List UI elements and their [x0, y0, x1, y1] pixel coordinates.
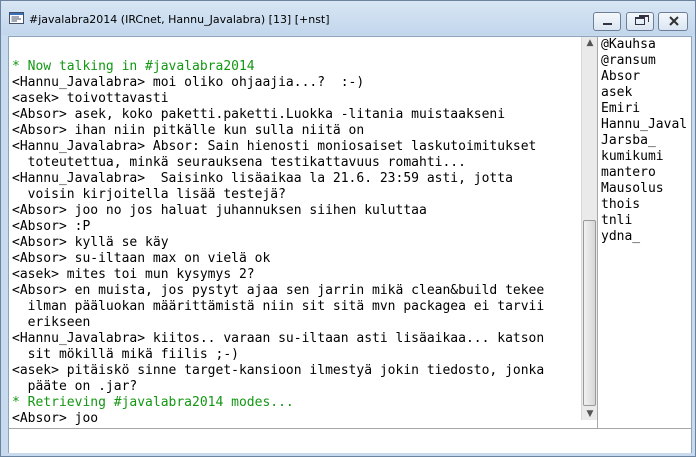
- nick-list-item[interactable]: Hannu_Javal: [601, 117, 687, 133]
- chat-message: <Hannu_Javalabra> moi oliko ohjaajia...?…: [12, 75, 365, 90]
- message-input[interactable]: [12, 432, 682, 449]
- system-message: * Now talking in #javalabra2014: [12, 59, 255, 74]
- chat-log[interactable]: * Now talking in #javalabra2014 <Hannu_Ja…: [9, 37, 581, 428]
- chat-message: <Hannu_Javalabra> Saisinko lisäaikaa la …: [12, 171, 513, 186]
- chat-message-list: * Now talking in #javalabra2014 <Hannu_Ja…: [12, 59, 544, 427]
- chat-message: <Absor> en muista, jos pystyt ajaa sen j…: [12, 283, 545, 298]
- nick-list-item[interactable]: @ransum: [601, 53, 687, 69]
- nick-list-item[interactable]: thois: [601, 197, 687, 213]
- irc-channel-window: #javalabra2014 (IRCnet, Hannu_Javalabra)…: [0, 0, 696, 457]
- scrollbar-thumb[interactable]: [583, 220, 596, 406]
- nick-list-panel: @Kauhsa @ransum Absor asek Emiri Hannu_Javal J…: [597, 37, 692, 428]
- chat-message: <asek> toivottavasti: [12, 91, 169, 106]
- chat-message: erikseen: [12, 315, 91, 330]
- chat-message: toteutettua, minkä seurauksena testikatt…: [12, 155, 466, 170]
- chat-scrollbar[interactable]: ▲ ▼: [581, 37, 598, 420]
- nick-list-item[interactable]: Emiri: [601, 101, 687, 117]
- close-icon: [669, 16, 679, 26]
- chat-message: pääte on .jar?: [12, 379, 138, 394]
- title-bar[interactable]: #javalabra2014 (IRCnet, Hannu_Javalabra)…: [1, 1, 695, 35]
- system-message: * Retrieving #javalabra2014 modes...: [12, 395, 294, 410]
- chat-message: <Absor> ihan niin pitkälle kun sulla nii…: [12, 123, 365, 138]
- chat-message: <Absor> joo: [12, 411, 99, 426]
- nick-list-item[interactable]: ydna_: [601, 229, 687, 245]
- chat-message: <asek> mites toi mun kysymys 2?: [12, 267, 255, 282]
- minimize-button[interactable]: [593, 12, 621, 31]
- maximize-button[interactable]: [626, 12, 654, 31]
- window-title: #javalabra2014 (IRCnet, Hannu_Javalabra)…: [29, 13, 330, 26]
- chat-message: <Absor> asek, koko paketti.paketti.Luokk…: [12, 107, 506, 122]
- scroll-up-arrow-icon[interactable]: ▲: [584, 37, 596, 49]
- channel-window-icon: [9, 12, 24, 24]
- nick-list-item[interactable]: mantero: [601, 165, 687, 181]
- minimize-icon: [603, 23, 612, 25]
- chat-message: <Hannu_Javalabra> kiitos.. varaan su-ilt…: [12, 331, 545, 346]
- chat-message: <Absor> kyllä se käy: [12, 235, 169, 250]
- nick-list-item[interactable]: tnli: [601, 213, 687, 229]
- nick-list-item[interactable]: Jarsba_: [601, 133, 687, 149]
- chat-message: <Absor> joo no jos haluat juhannuksen si…: [12, 203, 427, 218]
- chat-message: <Hannu_Javalabra> Absor: Sain hienosti m…: [12, 139, 537, 154]
- nick-list: @Kauhsa @ransum Absor asek Emiri Hannu_Javal J…: [601, 37, 687, 245]
- chat-message: ilman pääluokan määrittämistä niin sit s…: [12, 299, 545, 314]
- scroll-down-arrow-icon[interactable]: ▼: [584, 408, 596, 420]
- nick-list-item[interactable]: asek: [601, 85, 687, 101]
- chat-message: <Absor> su-iltaan max on vielä ok: [12, 251, 271, 266]
- nick-list-item[interactable]: kumikumi: [601, 149, 687, 165]
- message-input-area: [9, 428, 691, 453]
- chat-message: voisin kirjoitella lisää testejä?: [12, 187, 286, 202]
- chat-message: <Absor> :P: [12, 219, 91, 234]
- nick-list-item[interactable]: Absor: [601, 69, 687, 85]
- channel-client-area: * Now talking in #javalabra2014 <Hannu_Ja…: [8, 36, 692, 453]
- nick-list-item[interactable]: @Kauhsa: [601, 37, 687, 53]
- chat-message: sit mökillä mikä fiilis ;-): [12, 347, 239, 362]
- chat-message: <asek> pitäiskö sinne target-kansioon il…: [12, 363, 545, 378]
- nick-list-item[interactable]: Mausolus: [601, 181, 687, 197]
- maximize-icon: [635, 15, 649, 25]
- close-button[interactable]: [658, 12, 688, 31]
